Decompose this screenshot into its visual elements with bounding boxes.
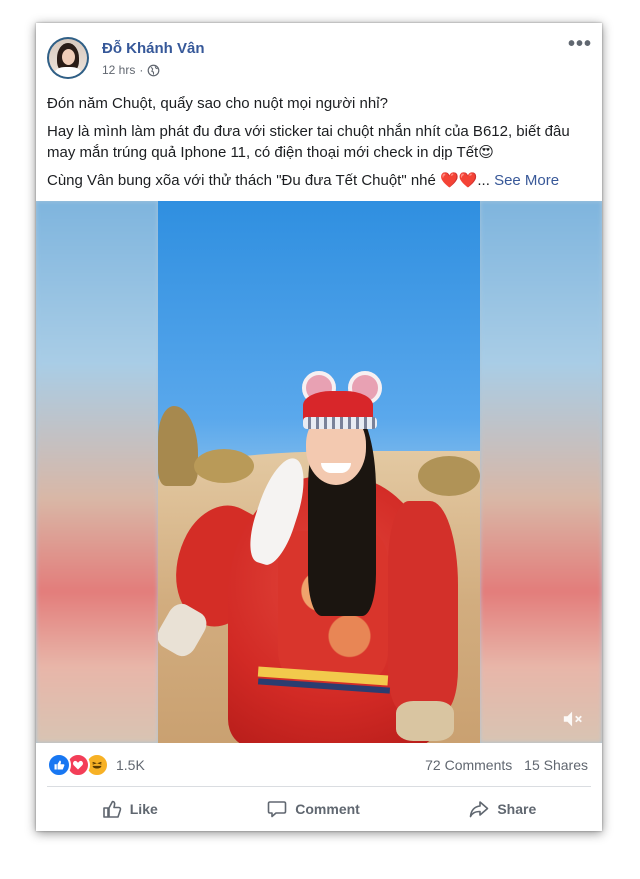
video-frame[interactable] — [158, 201, 480, 743]
video-blur-right — [480, 201, 602, 743]
like-icon — [47, 753, 71, 777]
share-button[interactable]: Share — [469, 799, 536, 819]
like-button[interactable]: Like — [102, 799, 158, 819]
post-text-line-2: Hay là mình làm phát đu đưa với sticker … — [47, 123, 570, 161]
post-header: Đỗ Khánh Vân 12 hrs · ••• — [36, 23, 602, 87]
post-time[interactable]: 12 hrs — [102, 63, 135, 77]
engagement-stats: 72 Comments 15 Shares — [417, 757, 588, 773]
share-label: Share — [497, 801, 537, 817]
post-card: Đỗ Khánh Vân 12 hrs · ••• Đón năm Chuột,… — [36, 23, 602, 831]
divider — [47, 786, 591, 787]
post-text-line-3: Cùng Vân bung xõa với thử thách "Đu đưa … — [47, 170, 593, 191]
like-label: Like — [129, 801, 158, 817]
action-bar: Like Comment Share — [47, 791, 591, 827]
avatar-body — [55, 67, 81, 77]
avatar[interactable] — [47, 37, 89, 79]
comment-button[interactable]: Comment — [267, 799, 360, 819]
costume-cuff-right — [396, 701, 454, 741]
comments-count[interactable]: 72 Comments — [425, 757, 512, 773]
see-more-link[interactable]: See More — [494, 172, 559, 189]
video-blur-left — [36, 201, 158, 743]
shrub — [158, 406, 198, 486]
post-text-line-1: Đón năm Chuột, quẩy sao cho nuột mọi ngư… — [47, 95, 388, 112]
costume-hat-band — [303, 417, 377, 429]
comment-label: Comment — [295, 801, 360, 817]
post-text-line-3-content: Cùng Vân bung xõa với thử thách "Đu đưa … — [47, 172, 490, 189]
costume-sleeve-right — [388, 501, 458, 711]
reactions-summary[interactable]: 1.5K — [47, 753, 145, 777]
meta-separator: · — [139, 63, 144, 77]
share-icon — [470, 801, 489, 818]
mute-icon[interactable] — [562, 709, 584, 729]
reaction-count[interactable]: 1.5K — [116, 757, 145, 773]
avatar-photo — [49, 39, 87, 77]
shrub — [194, 449, 254, 483]
post-meta: 12 hrs · — [102, 63, 160, 77]
video-player[interactable] — [36, 201, 602, 743]
avatar-face — [62, 49, 75, 65]
globe-icon[interactable] — [147, 64, 160, 77]
shrub — [418, 456, 480, 496]
comment-icon — [267, 801, 287, 818]
post-text: Đón năm Chuột, quẩy sao cho nuột mọi ngư… — [47, 93, 593, 198]
shares-count[interactable]: 15 Shares — [524, 757, 588, 773]
thumbs-up-icon — [102, 800, 122, 818]
more-options-icon[interactable]: ••• — [568, 34, 592, 54]
author-name[interactable]: Đỗ Khánh Vân — [102, 40, 205, 57]
